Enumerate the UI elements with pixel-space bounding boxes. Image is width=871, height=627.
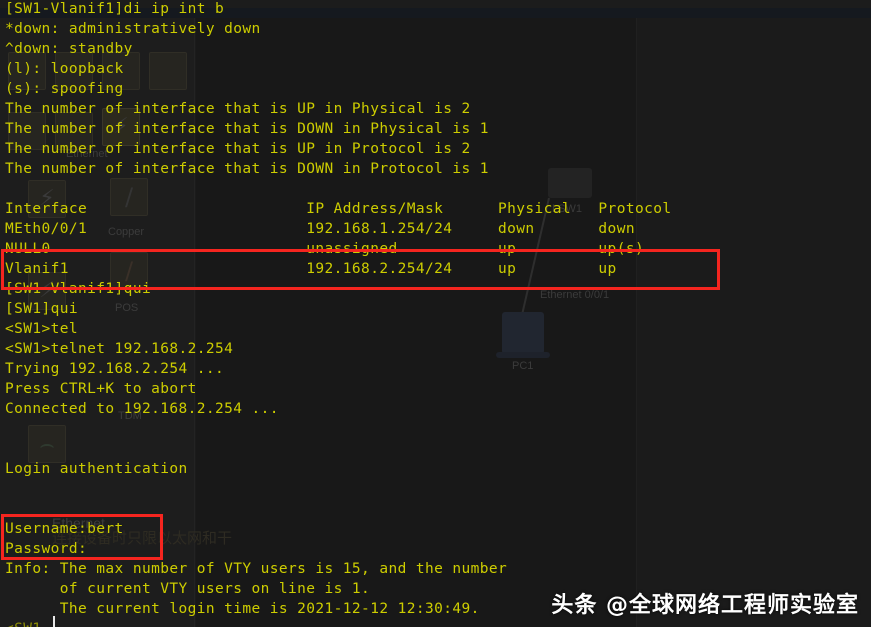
terminal-line-6: The number of interface that is DOWN in … xyxy=(5,121,489,137)
terminal-line-31: <SW1 xyxy=(5,619,42,627)
terminal-line-23: Login authentication xyxy=(5,461,188,477)
terminal-line-0: [SW1-Vlanif1]di ip int b xyxy=(5,1,225,17)
terminal-line-3: (l): loopback xyxy=(5,61,124,77)
watermark-text: 头条 @全球网络工程师实验室 xyxy=(551,593,859,618)
terminal-line-12: NULL0 unassigned up up(s) xyxy=(5,241,645,257)
terminal-cursor xyxy=(53,616,55,627)
terminal-line-15: [SW1]qui xyxy=(5,301,79,317)
terminal-line-7: The number of interface that is UP in Pr… xyxy=(5,141,471,157)
terminal-line-19: Press CTRL+K to abort xyxy=(5,381,197,397)
terminal-line-5: The number of interface that is UP in Ph… xyxy=(5,101,471,117)
terminal-line-11: MEth0/0/1 192.168.1.254/24 down down xyxy=(5,221,635,237)
terminal-line-4: (s): spoofing xyxy=(5,81,124,97)
terminal-line-8: The number of interface that is DOWN in … xyxy=(5,161,489,177)
terminal-line-18: Trying 192.168.2.254 ... xyxy=(5,361,225,377)
terminal-line-28: Info: The max number of VTY users is 15,… xyxy=(5,561,508,577)
terminal-line-2: ^down: standby xyxy=(5,41,133,57)
screenshot-stage: ⚡ ⚡ ∕ ⚡ ∕ ⌢ Ethernet Copper POS TDM Ethe… xyxy=(0,0,871,627)
terminal-line-30: The current login time is 2021-12-12 12:… xyxy=(5,601,480,617)
terminal-line-17: <SW1>telnet 192.168.2.254 xyxy=(5,341,234,357)
terminal-line-10: Interface IP Address/Mask Physical Proto… xyxy=(5,201,672,217)
terminal-line-14: [SW1-Vlanif1]qui xyxy=(5,281,152,297)
terminal-line-26: Username:bert xyxy=(5,521,124,537)
terminal-line-20: Connected to 192.168.2.254 ... xyxy=(5,401,279,417)
terminal-line-27: Password: xyxy=(5,541,88,557)
telnet-console[interactable]: [SW1-Vlanif1]di ip int b *down: administr… xyxy=(0,0,871,627)
terminal-line-1: *down: administratively down xyxy=(5,21,261,37)
terminal-line-13: Vlanif1 192.168.2.254/24 up up xyxy=(5,261,617,277)
terminal-line-16: <SW1>tel xyxy=(5,321,79,337)
terminal-line-29: of current VTY users on line is 1. xyxy=(5,581,371,597)
